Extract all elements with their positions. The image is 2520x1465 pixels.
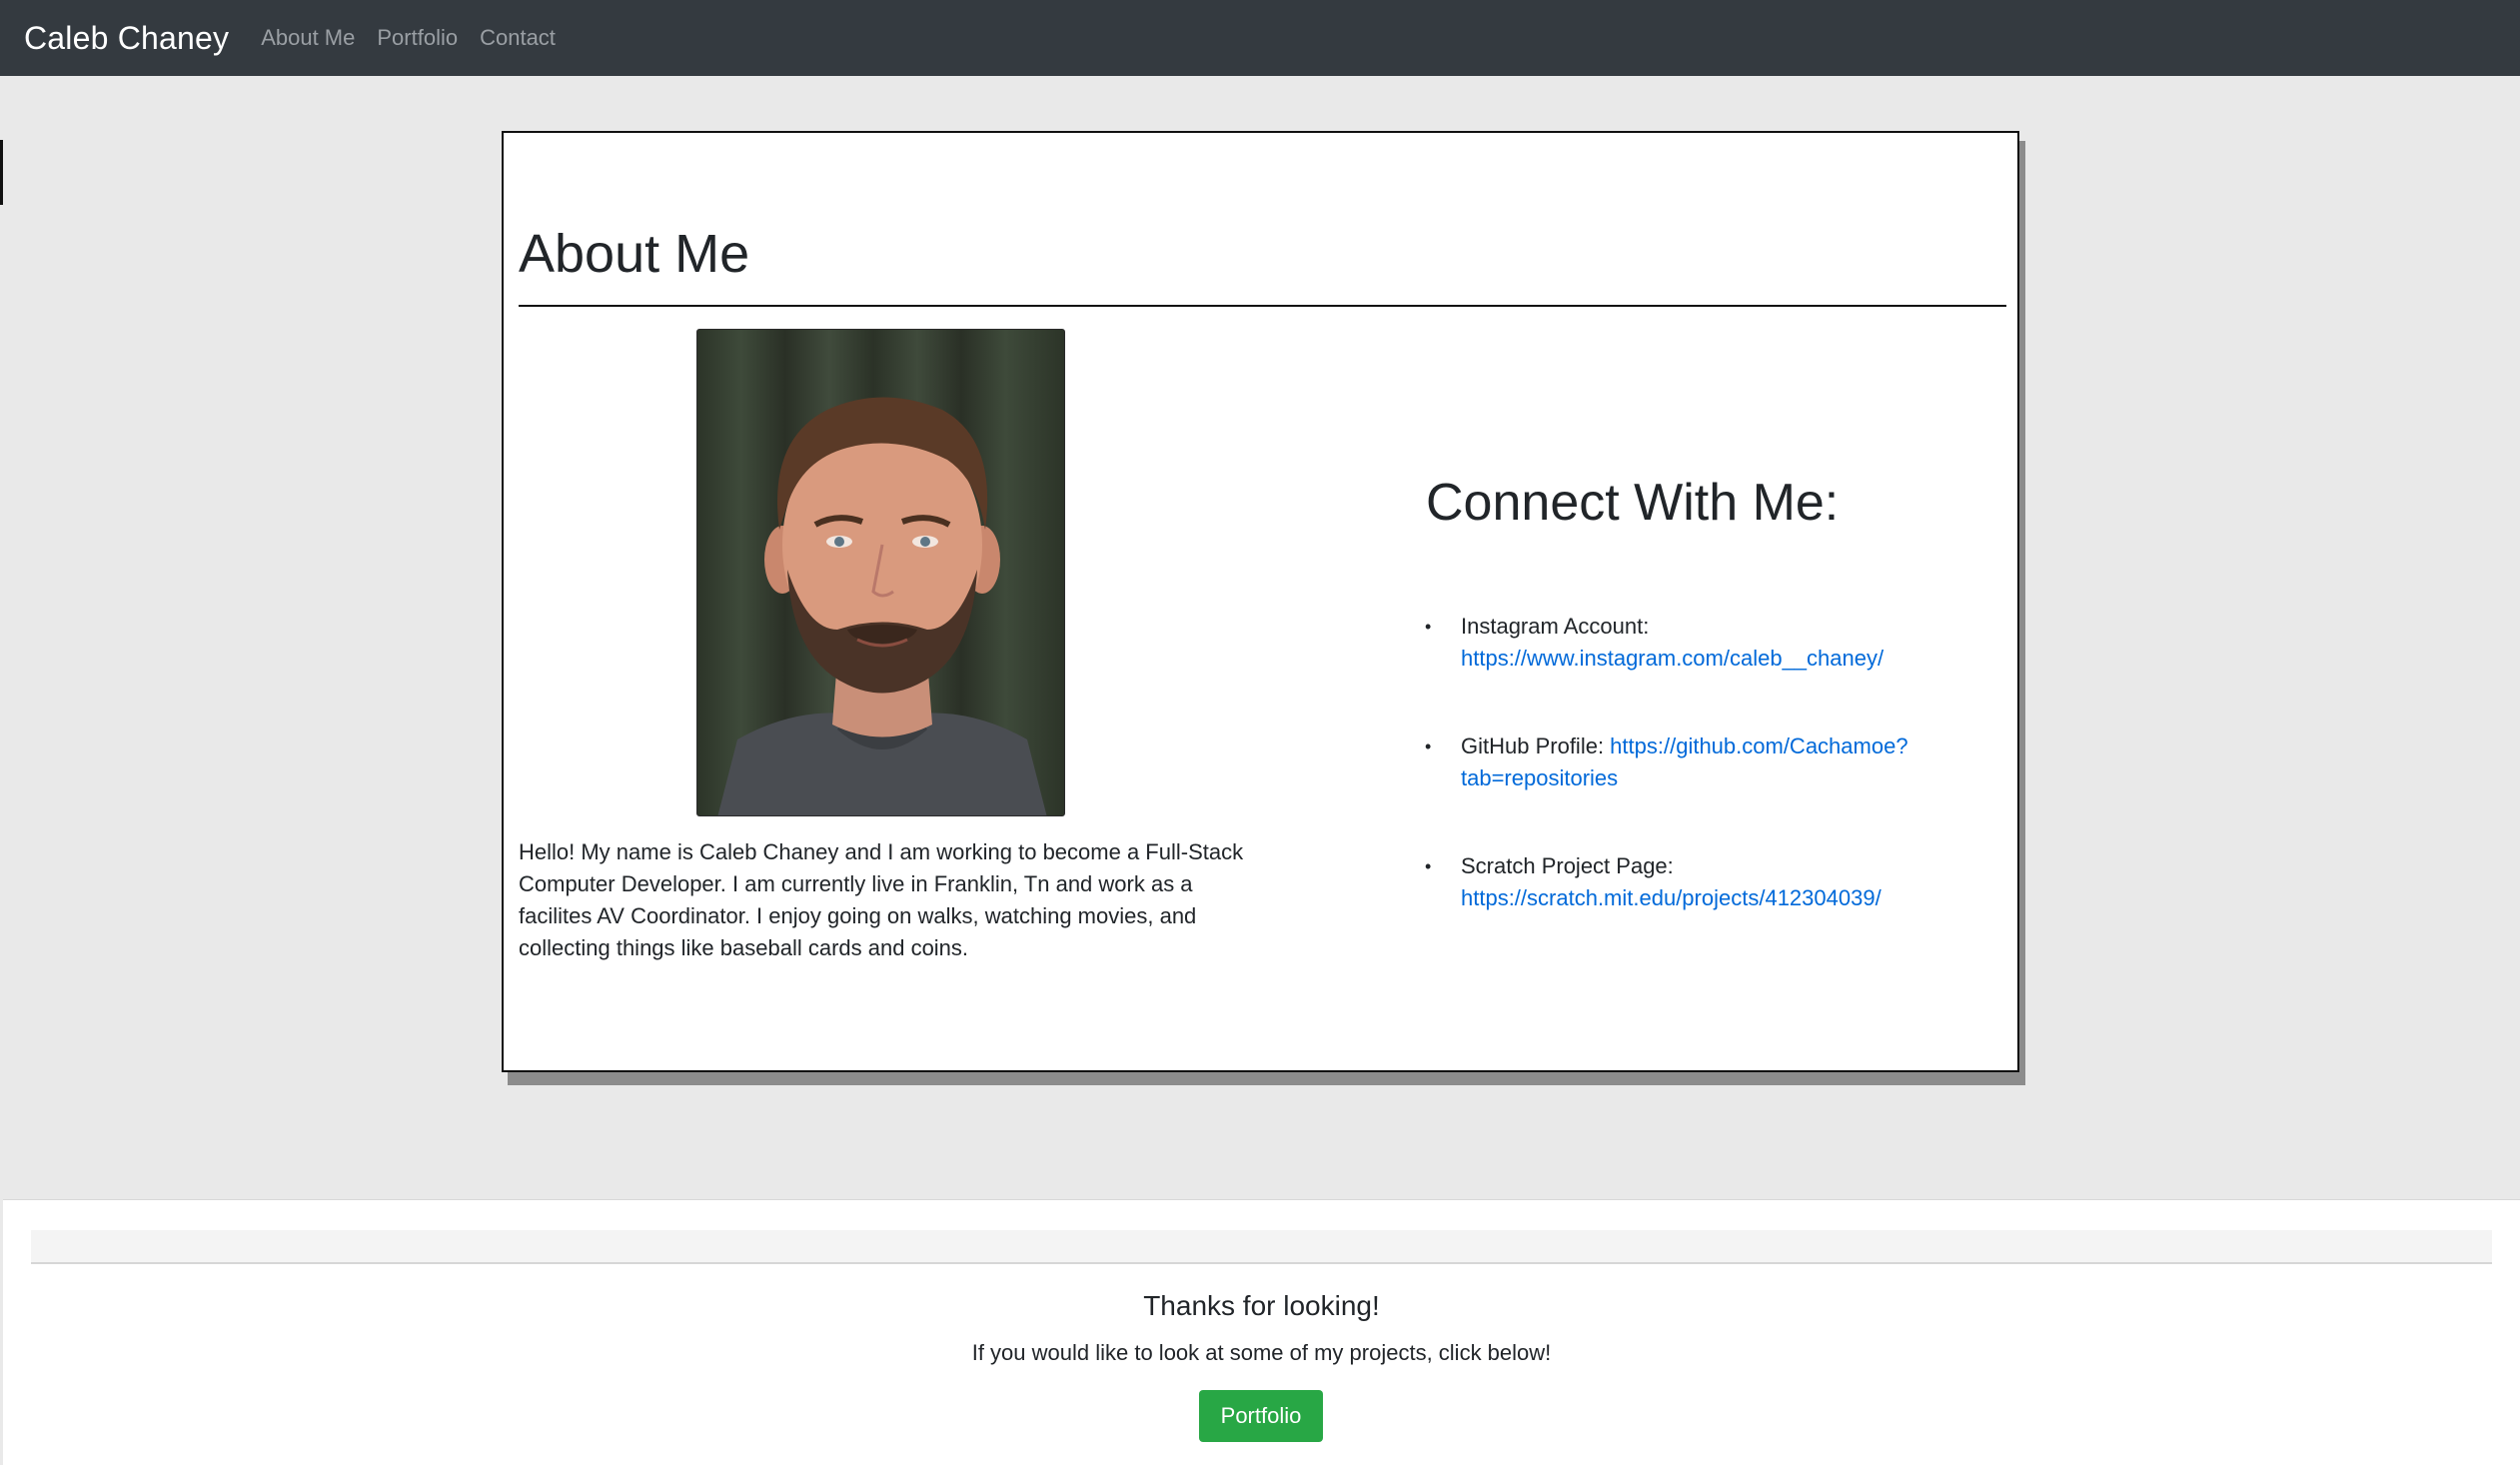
scratch-link[interactable]: https://scratch.mit.edu/projects/4123040… xyxy=(1461,885,1882,910)
instagram-label: Instagram Account: xyxy=(1461,614,1650,639)
connect-title: Connect With Me: xyxy=(1426,474,1840,532)
page-edge-marker xyxy=(0,140,3,205)
scratch-label: Scratch Project Page: xyxy=(1461,853,1674,878)
list-item-github: GitHub Profile: https://github.com/Cacha… xyxy=(1425,731,1962,794)
brand-link[interactable]: Caleb Chaney xyxy=(24,20,229,57)
list-item-scratch: Scratch Project Page: https://scratch.mi… xyxy=(1425,850,1962,914)
github-label: GitHub Profile: xyxy=(1461,733,1611,758)
thanks-heading: Thanks for looking! xyxy=(1143,1290,1380,1321)
instagram-link[interactable]: https://www.instagram.com/caleb__chaney/ xyxy=(1461,646,1884,671)
portfolio-button[interactable]: Portfolio xyxy=(1199,1390,1323,1442)
footer: Thanks for looking! If you would like to… xyxy=(3,1199,2520,1465)
bio-text: Hello! My name is Caleb Chaney and I am … xyxy=(519,839,1244,960)
footer-band xyxy=(31,1230,2492,1264)
top-navbar: Caleb Chaney About Me Portfolio Contact xyxy=(0,0,2520,76)
list-item-instagram: Instagram Account: https://www.instagram… xyxy=(1425,611,1962,675)
about-card: About Me Hello! My name is Caleb Chaney … xyxy=(502,131,2019,1072)
nav-portfolio[interactable]: Portfolio xyxy=(377,25,458,51)
profile-photo xyxy=(696,329,1065,816)
social-links-list: Instagram Account: https://www.instagram… xyxy=(1425,611,1962,970)
projects-message: If you would like to look at some of my … xyxy=(971,1340,1552,1365)
about-title: About Me xyxy=(519,224,750,284)
nav-contact[interactable]: Contact xyxy=(480,25,556,51)
title-divider xyxy=(519,305,2006,307)
nav-about-me[interactable]: About Me xyxy=(261,25,355,51)
